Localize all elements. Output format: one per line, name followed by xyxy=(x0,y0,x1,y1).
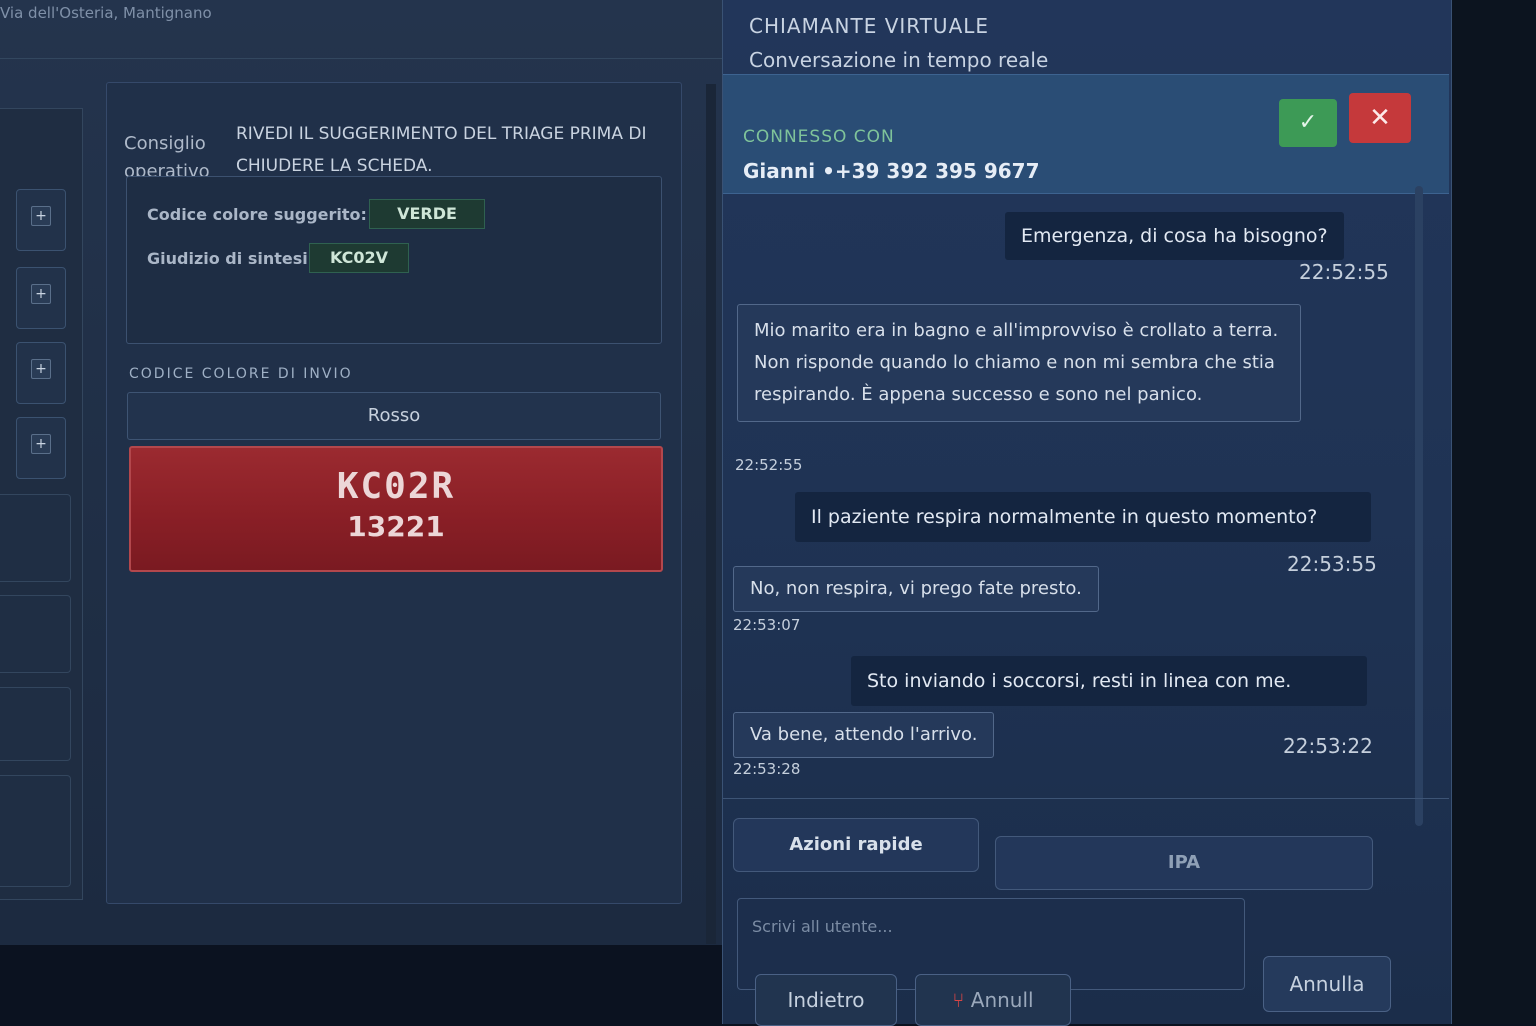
plus-icon: + xyxy=(31,434,51,454)
send-color-select[interactable]: Rosso xyxy=(127,392,661,440)
chat-scrollbar[interactable] xyxy=(1415,186,1423,826)
dispatch-code: KC02R xyxy=(336,466,456,507)
connection-bar: CONNESSO CON Gianni •+39 392 395 9677 ✓ … xyxy=(723,74,1449,194)
message-list: Emergenza, di cosa ha bisogno? 22:52:55 … xyxy=(723,194,1423,800)
incident-address: Via dell'Osteria, Mantignano xyxy=(0,4,212,22)
message-timestamp: 22:52:55 xyxy=(1299,260,1389,284)
plus-icon: + xyxy=(31,284,51,304)
side-add-button-2[interactable]: + xyxy=(16,267,66,329)
suggestion-box: Codice colore suggerito: VERDE Giudizio … xyxy=(126,176,662,344)
chat-title: CHIAMANTE VIRTUALE xyxy=(749,14,990,38)
summary-label: Giudizio di sintesi: xyxy=(147,249,315,268)
message-timestamp: 22:53:28 xyxy=(733,760,801,778)
caller-message: No, non respira, vi prego fate presto. xyxy=(733,566,1099,612)
caller-info: Gianni •+39 392 395 9677 xyxy=(743,159,1040,183)
message-timestamp: 22:53:55 xyxy=(1287,552,1377,576)
dispatch-code-box: KC02R 13221 xyxy=(129,446,663,572)
plus-icon: + xyxy=(31,359,51,379)
plus-icon: + xyxy=(31,206,51,226)
message-timestamp: 22:52:55 xyxy=(735,456,803,474)
annul-button[interactable]: ⑂ Annull xyxy=(915,974,1071,1026)
suggested-color-badge: VERDE xyxy=(369,199,485,229)
advice-text: RIVEDI IL SUGGERIMENTO DEL TRIAGE PRIMA … xyxy=(236,124,647,176)
message-timestamp: 22:53:22 xyxy=(1283,734,1373,758)
side-slot xyxy=(0,687,71,761)
side-add-button-1[interactable]: + xyxy=(16,189,66,251)
side-button-column: + + + + xyxy=(0,108,83,900)
message-input[interactable] xyxy=(738,899,1244,953)
suggested-color-label: Codice colore suggerito: xyxy=(147,205,367,224)
side-slot xyxy=(0,595,71,673)
check-icon: ✓ xyxy=(1298,110,1318,135)
send-color-label: CODICE COLORE DI INVIO xyxy=(129,366,353,382)
operator-message: Sto inviando i soccorsi, resti in linea … xyxy=(851,656,1367,706)
connected-label: CONNESSO CON xyxy=(743,127,895,147)
dispatch-number: 13221 xyxy=(347,510,445,543)
operator-message: Il paziente respira normalmente in quest… xyxy=(795,492,1371,542)
summary-badge: KC02V xyxy=(309,243,409,273)
accept-button[interactable]: ✓ xyxy=(1279,99,1337,147)
side-slot xyxy=(0,494,71,582)
caller-message: Mio marito era in bagno e all'improvviso… xyxy=(737,304,1301,422)
message-timestamp: 22:53:07 xyxy=(733,616,801,634)
chat-divider xyxy=(723,798,1449,799)
side-slot xyxy=(0,775,71,887)
triage-panel: Via dell'Osteria, Mantignano + + + + Con… xyxy=(0,0,724,945)
panel-gutter xyxy=(706,84,716,944)
close-icon: ✕ xyxy=(1369,103,1391,133)
screen-bezel xyxy=(1452,0,1536,1024)
ipa-button[interactable]: IPA xyxy=(995,836,1373,890)
virtual-caller-panel: CHIAMANTE VIRTUALE Conversazione in temp… xyxy=(722,0,1453,1026)
caller-message: Va bene, attendo l'arrivo. xyxy=(733,712,995,758)
back-button[interactable]: Indietro xyxy=(755,974,897,1026)
annul-label: Annull xyxy=(970,988,1034,1012)
header-divider xyxy=(0,58,722,59)
operator-message: Emergenza, di cosa ha bisogno? xyxy=(1005,212,1344,260)
side-add-button-4[interactable]: + xyxy=(16,417,66,479)
side-add-button-3[interactable]: + xyxy=(16,342,66,404)
cancel-button[interactable]: Annulla xyxy=(1263,956,1391,1012)
chat-subtitle: Conversazione in tempo reale xyxy=(749,48,1049,72)
quick-actions-button[interactable]: Azioni rapide xyxy=(733,818,979,872)
annul-icon: ⑂ xyxy=(952,988,965,1012)
reject-button[interactable]: ✕ xyxy=(1349,93,1411,143)
